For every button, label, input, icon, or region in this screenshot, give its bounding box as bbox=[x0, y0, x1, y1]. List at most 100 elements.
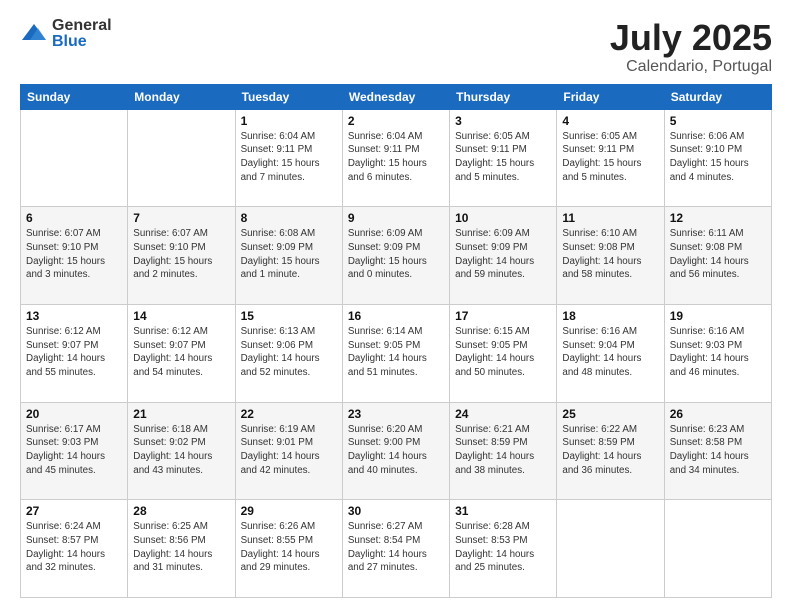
day-number-2-2: 15 bbox=[241, 309, 337, 323]
day-detail-3-6: Sunrise: 6:23 AM Sunset: 8:58 PM Dayligh… bbox=[670, 423, 766, 478]
day-number-1-0: 6 bbox=[26, 211, 122, 225]
week-row-0: 1Sunrise: 6:04 AM Sunset: 9:11 PM Daylig… bbox=[21, 109, 772, 207]
day-detail-0-5: Sunrise: 6:05 AM Sunset: 9:11 PM Dayligh… bbox=[562, 130, 658, 185]
day-number-1-1: 7 bbox=[133, 211, 229, 225]
day-cell-2-0: 13Sunrise: 6:12 AM Sunset: 9:07 PM Dayli… bbox=[21, 304, 128, 402]
day-detail-1-0: Sunrise: 6:07 AM Sunset: 9:10 PM Dayligh… bbox=[26, 227, 122, 282]
week-row-1: 6 Sunrise: 6:07 AM Sunset: 9:10 PM Daylig… bbox=[21, 207, 772, 305]
day-number-1-3: 9 bbox=[348, 211, 444, 225]
day-detail-2-3: Sunrise: 6:14 AM Sunset: 9:05 PM Dayligh… bbox=[348, 325, 444, 380]
header-friday: Friday bbox=[557, 84, 664, 109]
day-cell-0-0 bbox=[21, 109, 128, 207]
day-cell-2-3: 16 Sunrise: 6:14 AM Sunset: 9:05 PM Dayli… bbox=[342, 304, 449, 402]
top-section: General Blue July 2025 Calendario, Portu… bbox=[20, 18, 772, 76]
day-cell-2-5: 18 Sunrise: 6:16 AM Sunset: 9:04 PM Dayli… bbox=[557, 304, 664, 402]
header-thursday: Thursday bbox=[450, 84, 557, 109]
day-number-0-6: 5 bbox=[670, 114, 766, 128]
logo-blue-text: Blue bbox=[52, 34, 112, 50]
day-cell-3-4: 24 Sunrise: 6:21 AM Sunset: 8:59 PM Dayli… bbox=[450, 402, 557, 500]
day-cell-1-6: 12 Sunrise: 6:11 AM Sunset: 9:08 PM Dayli… bbox=[664, 207, 771, 305]
logo: General Blue bbox=[20, 18, 112, 50]
day-cell-4-1: 28Sunrise: 6:25 AM Sunset: 8:56 PM Dayli… bbox=[128, 500, 235, 598]
day-detail-4-4: Sunrise: 6:28 AM Sunset: 8:53 PM Dayligh… bbox=[455, 520, 551, 575]
day-cell-3-5: 25 Sunrise: 6:22 AM Sunset: 8:59 PM Dayli… bbox=[557, 402, 664, 500]
day-detail-2-5: Sunrise: 6:16 AM Sunset: 9:04 PM Dayligh… bbox=[562, 325, 658, 380]
day-cell-0-1 bbox=[128, 109, 235, 207]
day-cell-3-1: 21Sunrise: 6:18 AM Sunset: 9:02 PM Dayli… bbox=[128, 402, 235, 500]
day-number-1-5: 11 bbox=[562, 211, 658, 225]
day-detail-4-2: Sunrise: 6:26 AM Sunset: 8:55 PM Dayligh… bbox=[241, 520, 337, 575]
calendar-header: Sunday Monday Tuesday Wednesday Thursday… bbox=[21, 84, 772, 109]
day-cell-0-5: 4 Sunrise: 6:05 AM Sunset: 9:11 PM Daylig… bbox=[557, 109, 664, 207]
day-detail-1-4: Sunrise: 6:09 AM Sunset: 9:09 PM Dayligh… bbox=[455, 227, 551, 282]
day-detail-1-3: Sunrise: 6:09 AM Sunset: 9:09 PM Dayligh… bbox=[348, 227, 444, 282]
day-number-3-3: 23 bbox=[348, 407, 444, 421]
day-detail-0-3: Sunrise: 6:04 AM Sunset: 9:11 PM Dayligh… bbox=[348, 130, 444, 185]
day-detail-1-1: Sunrise: 6:07 AM Sunset: 9:10 PM Dayligh… bbox=[133, 227, 229, 282]
day-detail-3-2: Sunrise: 6:19 AM Sunset: 9:01 PM Dayligh… bbox=[241, 423, 337, 478]
day-cell-1-1: 7 Sunrise: 6:07 AM Sunset: 9:10 PM Daylig… bbox=[128, 207, 235, 305]
day-number-2-5: 18 bbox=[562, 309, 658, 323]
day-cell-4-4: 31 Sunrise: 6:28 AM Sunset: 8:53 PM Dayli… bbox=[450, 500, 557, 598]
calendar-body: 1Sunrise: 6:04 AM Sunset: 9:11 PM Daylig… bbox=[21, 109, 772, 597]
day-number-0-3: 2 bbox=[348, 114, 444, 128]
day-number-3-2: 22 bbox=[241, 407, 337, 421]
day-number-1-6: 12 bbox=[670, 211, 766, 225]
day-number-3-6: 26 bbox=[670, 407, 766, 421]
day-detail-2-4: Sunrise: 6:15 AM Sunset: 9:05 PM Dayligh… bbox=[455, 325, 551, 380]
day-number-2-6: 19 bbox=[670, 309, 766, 323]
day-detail-1-6: Sunrise: 6:11 AM Sunset: 9:08 PM Dayligh… bbox=[670, 227, 766, 282]
day-number-0-4: 3 bbox=[455, 114, 551, 128]
day-number-4-0: 27 bbox=[26, 504, 122, 518]
day-cell-2-1: 14Sunrise: 6:12 AM Sunset: 9:07 PM Dayli… bbox=[128, 304, 235, 402]
logo-icon bbox=[20, 20, 48, 48]
day-number-4-1: 28 bbox=[133, 504, 229, 518]
day-cell-4-0: 27 Sunrise: 6:24 AM Sunset: 8:57 PM Dayli… bbox=[21, 500, 128, 598]
day-cell-0-2: 1Sunrise: 6:04 AM Sunset: 9:11 PM Daylig… bbox=[235, 109, 342, 207]
day-cell-1-5: 11Sunrise: 6:10 AM Sunset: 9:08 PM Dayli… bbox=[557, 207, 664, 305]
day-number-3-4: 24 bbox=[455, 407, 551, 421]
day-number-4-4: 31 bbox=[455, 504, 551, 518]
day-cell-1-4: 10Sunrise: 6:09 AM Sunset: 9:09 PM Dayli… bbox=[450, 207, 557, 305]
day-detail-0-4: Sunrise: 6:05 AM Sunset: 9:11 PM Dayligh… bbox=[455, 130, 551, 185]
day-detail-2-6: Sunrise: 6:16 AM Sunset: 9:03 PM Dayligh… bbox=[670, 325, 766, 380]
day-number-2-0: 13 bbox=[26, 309, 122, 323]
day-detail-4-0: Sunrise: 6:24 AM Sunset: 8:57 PM Dayligh… bbox=[26, 520, 122, 575]
week-row-2: 13 Sunrise: 6:12 AM Sunset: 9:07 PM Dayli… bbox=[21, 304, 772, 402]
day-number-0-5: 4 bbox=[562, 114, 658, 128]
day-cell-0-4: 3 Sunrise: 6:05 AM Sunset: 9:11 PM Daylig… bbox=[450, 109, 557, 207]
logo-general-text: General bbox=[52, 18, 112, 34]
day-detail-3-3: Sunrise: 6:20 AM Sunset: 9:00 PM Dayligh… bbox=[348, 423, 444, 478]
header-wednesday: Wednesday bbox=[342, 84, 449, 109]
day-cell-3-2: 22 Sunrise: 6:19 AM Sunset: 9:01 PM Dayli… bbox=[235, 402, 342, 500]
day-cell-2-2: 15 Sunrise: 6:13 AM Sunset: 9:06 PM Dayli… bbox=[235, 304, 342, 402]
day-number-3-5: 25 bbox=[562, 407, 658, 421]
calendar-table: Sunday Monday Tuesday Wednesday Thursday… bbox=[20, 84, 772, 598]
header-row: Sunday Monday Tuesday Wednesday Thursday… bbox=[21, 84, 772, 109]
day-number-3-0: 20 bbox=[26, 407, 122, 421]
logo-text: General Blue bbox=[52, 18, 112, 50]
header-monday: Monday bbox=[128, 84, 235, 109]
day-number-4-3: 30 bbox=[348, 504, 444, 518]
week-row-4: 27 Sunrise: 6:24 AM Sunset: 8:57 PM Dayli… bbox=[21, 500, 772, 598]
day-number-4-2: 29 bbox=[241, 504, 337, 518]
day-detail-2-1: Sunrise: 6:12 AM Sunset: 9:07 PM Dayligh… bbox=[133, 325, 229, 380]
day-detail-3-5: Sunrise: 6:22 AM Sunset: 8:59 PM Dayligh… bbox=[562, 423, 658, 478]
day-detail-3-0: Sunrise: 6:17 AM Sunset: 9:03 PM Dayligh… bbox=[26, 423, 122, 478]
day-detail-3-4: Sunrise: 6:21 AM Sunset: 8:59 PM Dayligh… bbox=[455, 423, 551, 478]
day-number-2-3: 16 bbox=[348, 309, 444, 323]
day-cell-1-2: 8Sunrise: 6:08 AM Sunset: 9:09 PM Daylig… bbox=[235, 207, 342, 305]
day-number-2-4: 17 bbox=[455, 309, 551, 323]
day-cell-0-6: 5Sunrise: 6:06 AM Sunset: 9:10 PM Daylig… bbox=[664, 109, 771, 207]
header-sunday: Sunday bbox=[21, 84, 128, 109]
day-cell-1-3: 9 Sunrise: 6:09 AM Sunset: 9:09 PM Daylig… bbox=[342, 207, 449, 305]
title-section: July 2025 Calendario, Portugal bbox=[610, 18, 772, 76]
day-detail-2-2: Sunrise: 6:13 AM Sunset: 9:06 PM Dayligh… bbox=[241, 325, 337, 380]
day-cell-3-6: 26 Sunrise: 6:23 AM Sunset: 8:58 PM Dayli… bbox=[664, 402, 771, 500]
subtitle: Calendario, Portugal bbox=[610, 58, 772, 76]
day-cell-1-0: 6 Sunrise: 6:07 AM Sunset: 9:10 PM Daylig… bbox=[21, 207, 128, 305]
day-cell-0-3: 2 Sunrise: 6:04 AM Sunset: 9:11 PM Daylig… bbox=[342, 109, 449, 207]
day-cell-2-4: 17 Sunrise: 6:15 AM Sunset: 9:05 PM Dayli… bbox=[450, 304, 557, 402]
day-cell-4-5 bbox=[557, 500, 664, 598]
day-cell-4-2: 29 Sunrise: 6:26 AM Sunset: 8:55 PM Dayli… bbox=[235, 500, 342, 598]
